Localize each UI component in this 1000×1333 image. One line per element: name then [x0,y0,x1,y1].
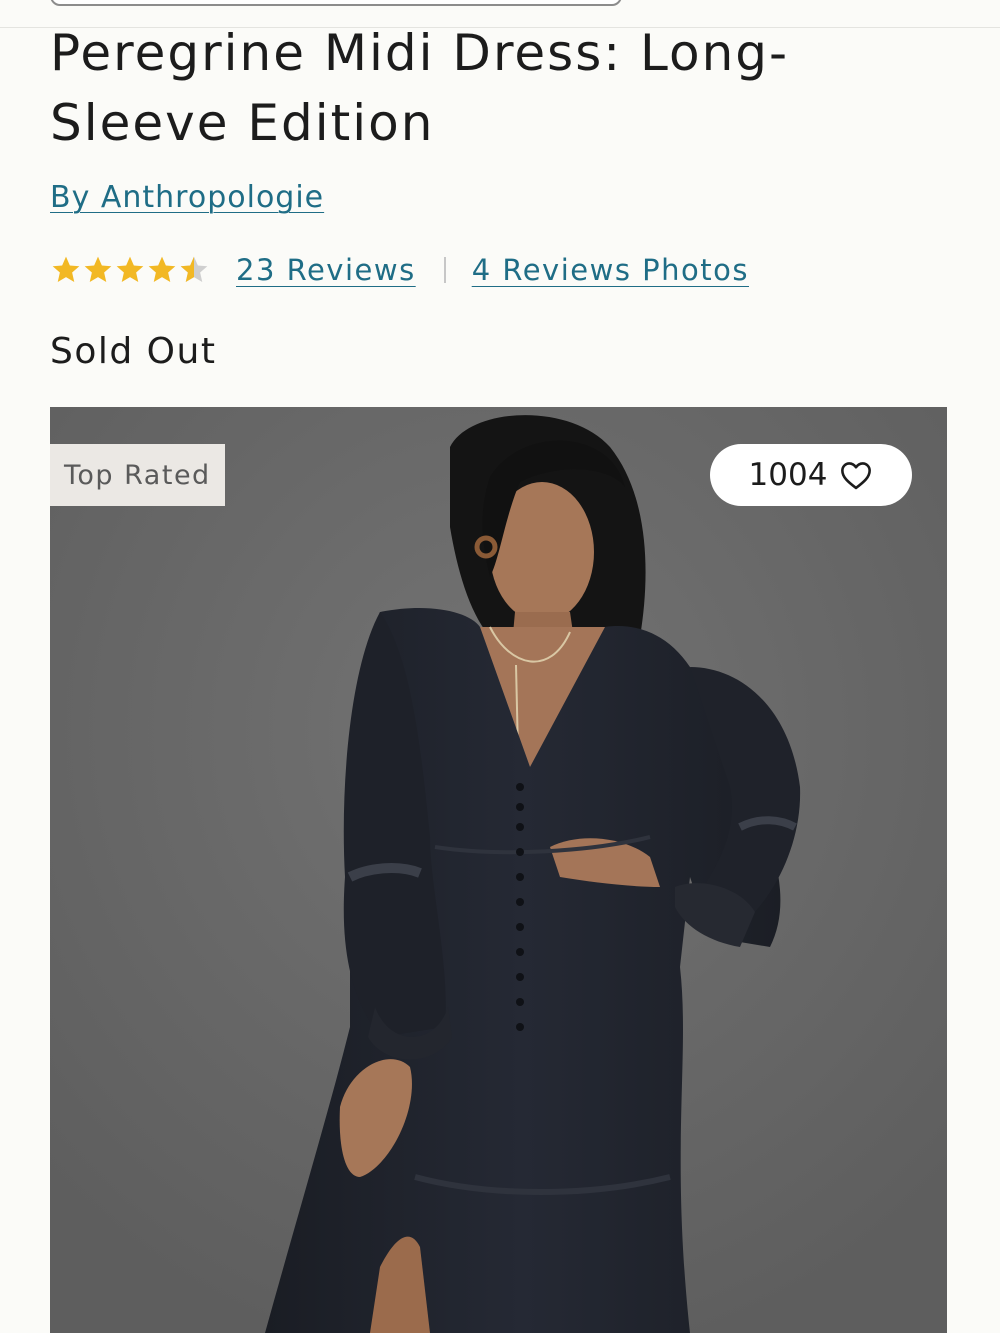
star-icon [84,256,112,282]
search-bar[interactable] [50,0,622,6]
product-page: Peregrine Midi Dress: Long-Sleeve Editio… [0,0,1000,1333]
stock-status: Sold Out [50,331,217,372]
star-half-icon [180,256,208,282]
reviews-link[interactable]: 23 Reviews [236,253,416,287]
top-rated-badge: Top Rated [50,444,225,506]
brand-link[interactable]: By Anthropologie [50,178,324,218]
product-image[interactable]: Top Rated 1004 [50,407,947,1333]
rating-row: 23 Reviews 4 Reviews Photos [50,248,749,292]
star-rating[interactable] [50,254,210,286]
star-icon [52,256,80,282]
divider [443,257,446,283]
heart-icon [841,462,872,490]
favorite-button[interactable]: 1004 [710,444,912,506]
model-photo [50,407,947,1333]
product-title: Peregrine Midi Dress: Long-Sleeve Editio… [50,24,790,152]
favorites-count: 1004 [748,457,828,493]
star-icon [116,256,144,282]
star-icon [148,256,176,282]
review-photos-link[interactable]: 4 Reviews Photos [472,253,749,287]
